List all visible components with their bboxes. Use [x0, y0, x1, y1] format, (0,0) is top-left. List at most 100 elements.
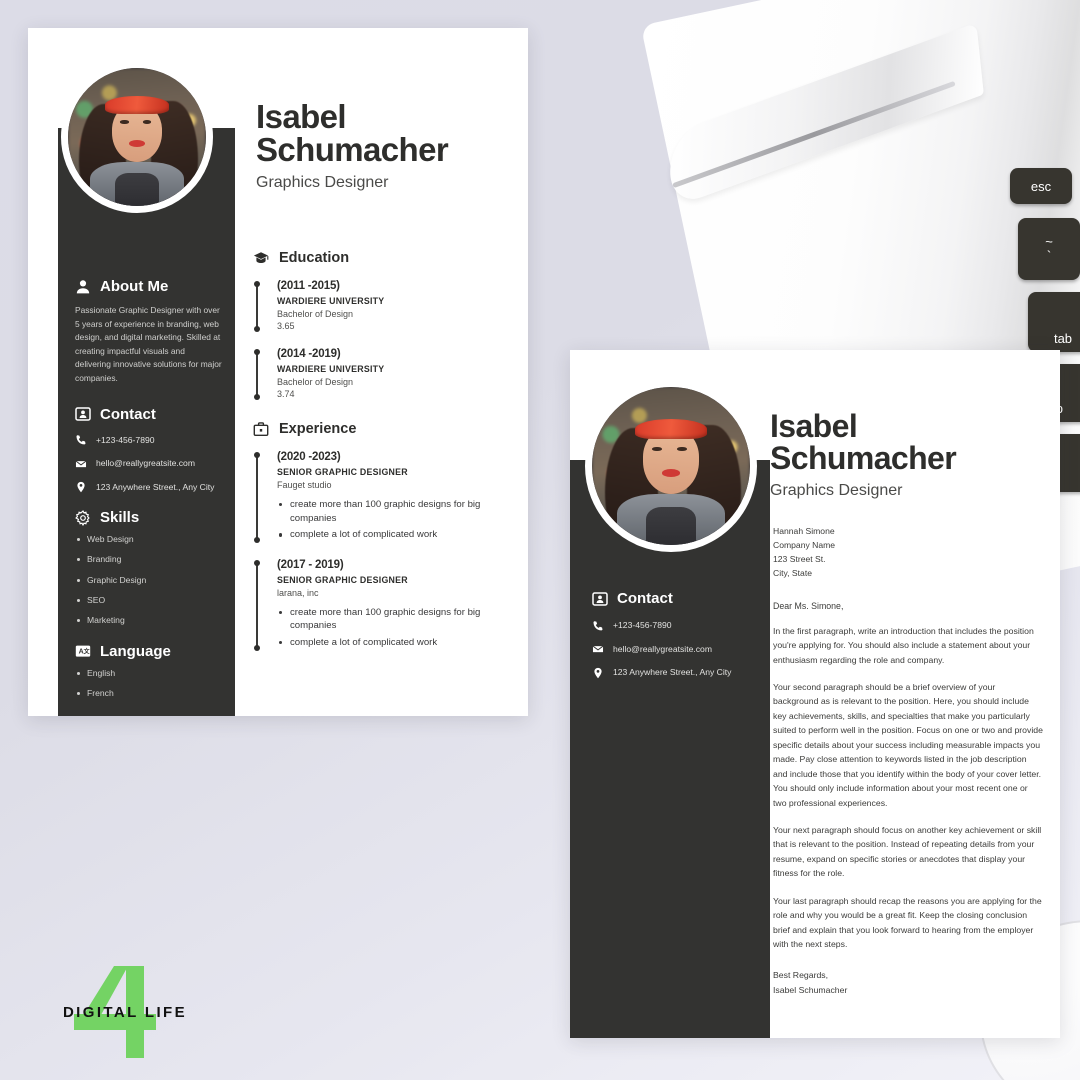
contact-card-icon [75, 407, 91, 421]
contact-phone-value: +123-456-7890 [96, 434, 155, 445]
contact-address-value: 123 Anywhere Street., Any City [96, 481, 215, 492]
cover-letter-contact-block: Contact +123-456-7890 hello@reallygreats… [592, 590, 752, 690]
salutation: Dear Ms. Simone, [773, 600, 844, 611]
education-label: Education [279, 250, 350, 266]
svg-text:文: 文 [83, 647, 91, 655]
list-item: Branding [75, 554, 222, 565]
job-role: Graphics Designer [256, 174, 389, 191]
contact-email[interactable]: hello@reallygreatsite.com [592, 643, 752, 656]
contact-address[interactable]: 123 Anywhere Street., Any City [592, 666, 752, 679]
skills-heading: Skills [75, 509, 222, 526]
phone-icon [593, 620, 603, 630]
last-name: Schumacher [770, 440, 957, 476]
contact-address[interactable]: 123 Anywhere Street., Any City [75, 481, 222, 494]
cover-letter-page: Isabel Schumacher Graphics Designer Cont… [570, 350, 1060, 1038]
letter-paragraph: Your last paragraph should recap the rea… [773, 895, 1042, 949]
list-item: English [75, 668, 222, 679]
esc-key: esc [1010, 168, 1072, 204]
profile-photo [592, 387, 750, 545]
list-item: complete a lot of complicated work [277, 636, 523, 650]
experience-company: larana, inc [277, 587, 319, 598]
education-date: (2014 -2019) [277, 348, 341, 360]
cover-letter-name-block: Isabel Schumacher Graphics Designer [770, 410, 1050, 500]
contact-email-value: hello@reallygreatsite.com [96, 458, 196, 469]
backtick-key-label: ` [1046, 248, 1052, 263]
resume-sidebar-content: About Me Passionate Graphic Designer wit… [75, 278, 222, 708]
experience-entry: (2020 -2023) SENIOR GRAPHIC DESIGNER Fau… [253, 451, 523, 543]
about-me-text: Passionate Graphic Designer with over 5 … [75, 305, 222, 384]
brand-logo: DIGITAL LIFE [40, 962, 210, 1062]
contact-heading: Contact [592, 590, 752, 607]
contact-heading: Contact [75, 406, 222, 423]
list-item: complete a lot of complicated work [277, 528, 523, 542]
timeline-rail [254, 452, 260, 543]
language-label: Language [100, 643, 171, 661]
education-gpa: 3.65 [277, 321, 295, 331]
letter-closing: Best Regards, Isabel Schumacher [773, 970, 848, 995]
list-item: create more than 100 graphic designs for… [277, 606, 523, 633]
esc-key-label: esc [1030, 178, 1052, 194]
phone-icon [76, 435, 86, 445]
experience-bullets: create more than 100 graphic designs for… [277, 606, 523, 650]
resume-main-column: Education (2011 -2015) WARDIERE UNIVERSI… [253, 250, 523, 667]
contact-list: +123-456-7890 hello@reallygreatsite.com … [75, 434, 222, 494]
avatar [585, 380, 757, 552]
education-entry: (2011 -2015) WARDIERE UNIVERSITY Bachelo… [253, 280, 523, 332]
first-name: Isabel [256, 98, 347, 135]
job-role: Graphics Designer [770, 482, 903, 499]
experience-label: Experience [279, 421, 357, 437]
location-pin-icon [594, 667, 602, 678]
letter-paragraph: Your second paragraph should be a brief … [773, 682, 1043, 808]
about-me-heading: About Me [75, 278, 222, 295]
tab-key: tab [1028, 292, 1080, 352]
cover-letter-body: Hannah Simone Company Name 123 Street St… [773, 525, 1043, 997]
contact-phone[interactable]: +123-456-7890 [592, 619, 752, 632]
location-pin-icon [77, 481, 85, 493]
poster-canvas: esc ~ ` tab cap s Isabel Schumacher Grap… [0, 0, 1080, 1080]
education-heading: Education [253, 250, 523, 266]
language-heading: A 文 Language [75, 643, 222, 660]
first-name: Isabel [770, 408, 858, 444]
profile-photo [68, 68, 206, 206]
tab-key-label: tab [1053, 331, 1073, 346]
person-icon [76, 279, 90, 293]
experience-company: Fauget studio [277, 480, 332, 490]
list-item: Graphic Design [75, 575, 222, 586]
contact-label: Contact [617, 590, 673, 607]
timeline-rail [254, 349, 260, 400]
education-org: WARDIERE UNIVERSITY [277, 364, 385, 374]
briefcase-icon [253, 422, 269, 437]
contact-card-icon [592, 591, 608, 606]
tilde-key: ~ ` [1018, 218, 1080, 280]
list-item: create more than 100 graphic designs for… [277, 498, 523, 525]
experience-bullets: create more than 100 graphic designs for… [277, 498, 523, 542]
resume-page: Isabel Schumacher Graphics Designer Abou… [28, 28, 528, 716]
experience-date: (2020 -2023) [277, 451, 341, 463]
list-item: SEO [75, 595, 222, 606]
letter-paragraph: Your next paragraph should focus on anot… [773, 824, 1042, 879]
list-item: Marketing [75, 615, 222, 626]
contact-phone-value: +123-456-7890 [613, 620, 672, 630]
gear-icon [75, 509, 90, 526]
contact-phone[interactable]: +123-456-7890 [75, 434, 222, 447]
contact-email[interactable]: hello@reallygreatsite.com [75, 457, 222, 470]
skills-label: Skills [100, 509, 140, 527]
education-entry: (2014 -2019) WARDIERE UNIVERSITY Bachelo… [253, 348, 523, 400]
envelope-icon [75, 460, 87, 467]
education-degree: Bachelor of Design [277, 309, 354, 319]
experience-title: SENIOR GRAPHIC DESIGNER [277, 574, 408, 585]
last-name: Schumacher [256, 131, 449, 168]
language-list: English French [75, 668, 222, 699]
translate-icon: A 文 [75, 645, 91, 657]
education-degree: Bachelor of Design [277, 377, 354, 387]
list-item: Web Design [75, 534, 222, 545]
experience-heading: Experience [253, 421, 523, 437]
logo-wordmark: DIGITAL LIFE [62, 1004, 188, 1021]
contact-label: Contact [100, 405, 156, 423]
envelope-icon [592, 645, 604, 653]
about-me-label: About Me [100, 278, 169, 295]
recipient-address: Hannah Simone Company Name 123 Street St… [773, 526, 836, 578]
contact-list: +123-456-7890 hello@reallygreatsite.com … [592, 619, 752, 679]
education-date: (2011 -2015) [277, 280, 340, 292]
contact-address-value: 123 Anywhere Street., Any City [613, 667, 732, 677]
